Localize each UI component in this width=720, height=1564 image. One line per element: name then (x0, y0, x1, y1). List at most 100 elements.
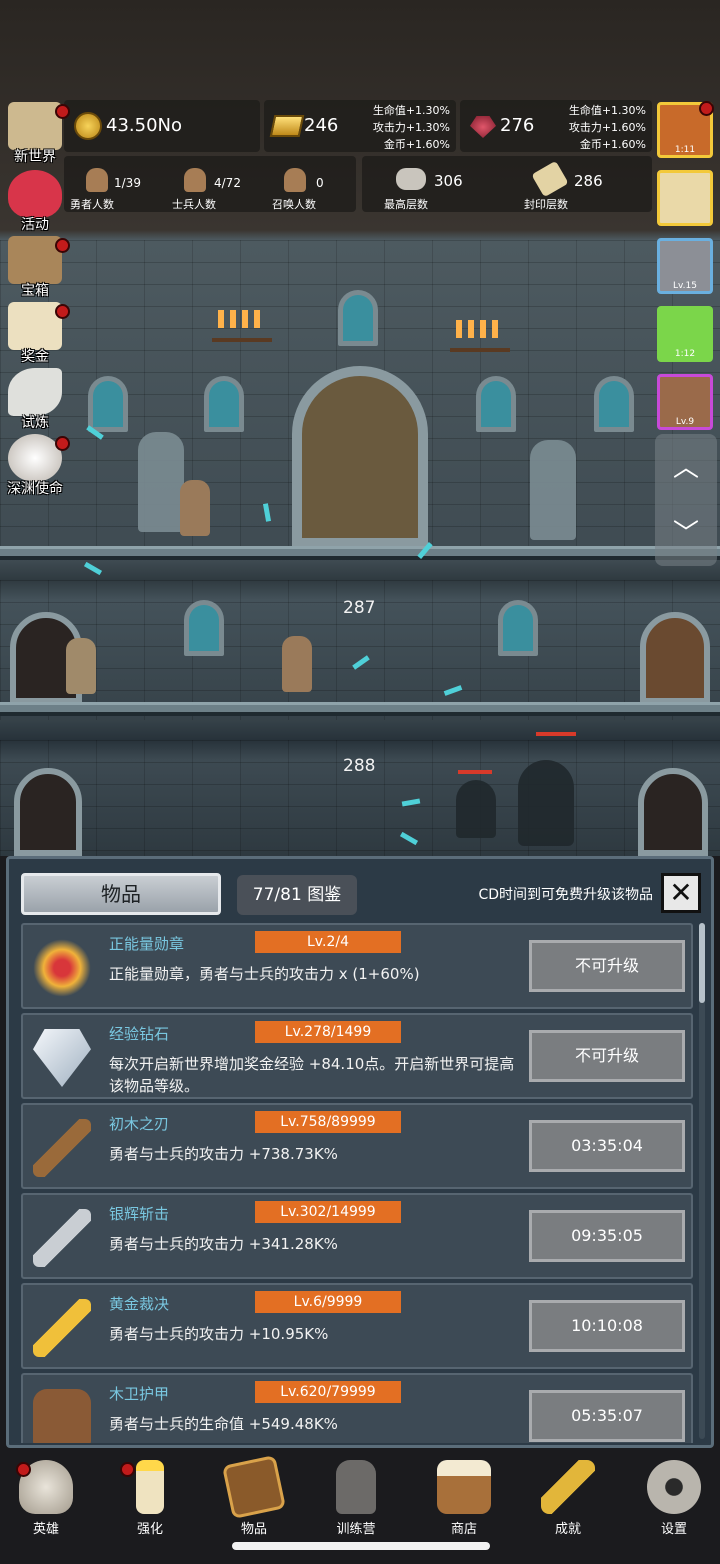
side-item-label: 深渊使命 (7, 481, 63, 497)
hero-character (180, 480, 210, 536)
buff-candle[interactable] (657, 170, 713, 226)
item-list[interactable]: 正能量勋章 Lv.2/4 正能量勋章，勇者与士兵的攻击力 x (1+60%) 不… (21, 923, 693, 1443)
notification-badge (16, 1462, 31, 1477)
side-trial-button[interactable]: 试炼 (2, 366, 68, 432)
scroll-up-button[interactable]: ︿ (655, 438, 717, 498)
buff-hero-portrait[interactable]: Lv.9 (657, 374, 713, 430)
floor-number: 288 (343, 756, 376, 776)
buff-slime[interactable]: 1:12 (657, 306, 713, 362)
crown-icon (33, 939, 91, 997)
buff-portrait[interactable]: Lv.15 (657, 238, 713, 294)
map-icon (8, 102, 62, 150)
item-desc: 勇者与士兵的生命值 +549.48K% (109, 1415, 338, 1433)
reaper-enemy (518, 760, 574, 846)
item-desc: 每次开启新世界增加奖金经验 +84.10点。开启新世界可提高该物品等级。 (109, 1055, 515, 1095)
home-indicator[interactable] (232, 1542, 490, 1550)
gold-bar-value: 246 (304, 115, 339, 136)
side-abyss-button[interactable]: 深渊使命 (2, 432, 70, 498)
side-item-label: 活动 (21, 217, 49, 233)
scroll-down-button[interactable]: ﹀ (655, 504, 717, 564)
notification-badge (55, 436, 70, 451)
codex-button[interactable]: 77/81 图鉴 (237, 875, 357, 915)
castle-window (338, 290, 378, 346)
silver-sword-icon (33, 1209, 91, 1267)
buff-onion[interactable]: 1:11 (657, 101, 714, 158)
knight-statue (138, 432, 184, 532)
quill-icon (8, 368, 62, 416)
upgrade-button[interactable]: 不可升级 (529, 940, 685, 992)
item-list-scrollbar[interactable] (699, 923, 705, 1439)
soldier-head-icon (184, 168, 206, 192)
nav-heroes[interactable]: 英雄 (6, 1456, 86, 1537)
nav-label: 设置 (660, 1522, 687, 1537)
item-desc: 勇者与士兵的攻击力 +738.73K% (109, 1145, 338, 1163)
item-name: 银辉斩击 (109, 1205, 170, 1223)
hero-head-icon (86, 168, 108, 192)
item-row: 经验钻石 Lv.278/1499 每次开启新世界增加奖金经验 +84.10点。开… (21, 1013, 693, 1099)
nav-settings[interactable]: 设置 (634, 1456, 714, 1537)
nav-training[interactable]: 训练营 (316, 1456, 396, 1537)
hero-count: 1/39 (114, 176, 141, 190)
nav-achievements[interactable]: 成就 (528, 1456, 608, 1537)
nav-items[interactable]: 物品 (214, 1454, 294, 1537)
item-level: Lv.758/89999 (255, 1111, 401, 1133)
unit-stats: 1/39 勇者人数 4/72 士兵人数 0 召唤人数 (64, 156, 356, 212)
buff-hp-text: 生命值+1.30% (372, 104, 450, 117)
castle-window (594, 376, 634, 432)
nav-enhance[interactable]: 强化 (110, 1456, 190, 1537)
gold-bar-icon (269, 115, 305, 137)
upgrade-button[interactable]: 不可升级 (529, 1030, 685, 1082)
ghost-enemy (456, 780, 496, 838)
nav-label: 物品 (240, 1522, 267, 1537)
item-level: Lv.302/14999 (255, 1201, 401, 1223)
knight-statue (530, 440, 576, 540)
item-desc: 正能量勋章，勇者与士兵的攻击力 x (1+60%) (109, 965, 420, 983)
item-name: 木卫护甲 (109, 1385, 170, 1403)
castle-window (476, 376, 516, 432)
upgrade-timer-button[interactable]: 03:35:04 (529, 1120, 685, 1172)
item-name: 正能量勋章 (109, 935, 185, 953)
side-bonus-button[interactable]: 奖金 (2, 300, 70, 366)
item-desc: 勇者与士兵的攻击力 +341.28K% (109, 1235, 338, 1253)
enemy-hp-bar (536, 732, 576, 736)
upgrade-timer-button[interactable]: 09:35:05 (529, 1210, 685, 1262)
notification-badge (120, 1462, 135, 1477)
chest-icon (8, 236, 62, 284)
soldier-character (66, 638, 96, 694)
upgrade-timer-button[interactable]: 10:10:08 (529, 1300, 685, 1352)
item-row: 初木之刃 Lv.758/89999 勇者与士兵的攻击力 +738.73K% 03… (21, 1103, 693, 1189)
buff-atk-text: 攻击力+1.60% (568, 121, 646, 134)
side-item-label: 奖金 (21, 349, 49, 365)
gold-value: 43.50No (106, 115, 183, 136)
upgrade-timer-button[interactable]: 05:35:07 (529, 1390, 685, 1442)
buff-atk-text: 攻击力+1.30% (372, 121, 450, 134)
ruby-counter: 276 生命值+1.30% 攻击力+1.60% 金币+1.60% (460, 100, 652, 152)
buff-timer: 1:11 (674, 145, 696, 155)
gold-bar-buffs: 生命值+1.30% 攻击力+1.30% 金币+1.60% (373, 102, 450, 153)
summon-count: 0 (316, 176, 324, 190)
dungeon-door (640, 612, 710, 704)
buff-gold-text: 金币+1.60% (579, 138, 646, 151)
diamond-icon (33, 1029, 91, 1087)
item-row: 正能量勋章 Lv.2/4 正能量勋章，勇者与士兵的攻击力 x (1+60%) 不… (21, 923, 693, 1009)
notification-badge (55, 304, 70, 319)
nav-shop[interactable]: 商店 (424, 1456, 504, 1537)
close-button[interactable]: ✕ (661, 873, 701, 913)
floor-ledge (0, 702, 720, 716)
nav-label: 强化 (136, 1522, 163, 1537)
side-chest-button[interactable]: 宝箱 (2, 234, 70, 300)
slash-effect (83, 561, 103, 576)
panel-title: 物品 (21, 873, 221, 915)
castle-window (498, 600, 538, 656)
soldier-count: 4/72 (214, 176, 241, 190)
floor-number: 287 (343, 598, 376, 618)
buff-gold-text: 金币+1.60% (383, 138, 450, 151)
key-icon (541, 1460, 595, 1514)
side-item-label: 新世界 (14, 149, 56, 165)
hero-count-label: 勇者人数 (70, 198, 114, 211)
side-event-button[interactable]: 活动 (2, 168, 68, 234)
side-new-world-button[interactable]: 新世界 (2, 100, 70, 166)
soldier-character (282, 636, 312, 692)
max-floor-value: 306 (434, 172, 463, 190)
nav-label: 成就 (554, 1522, 581, 1537)
